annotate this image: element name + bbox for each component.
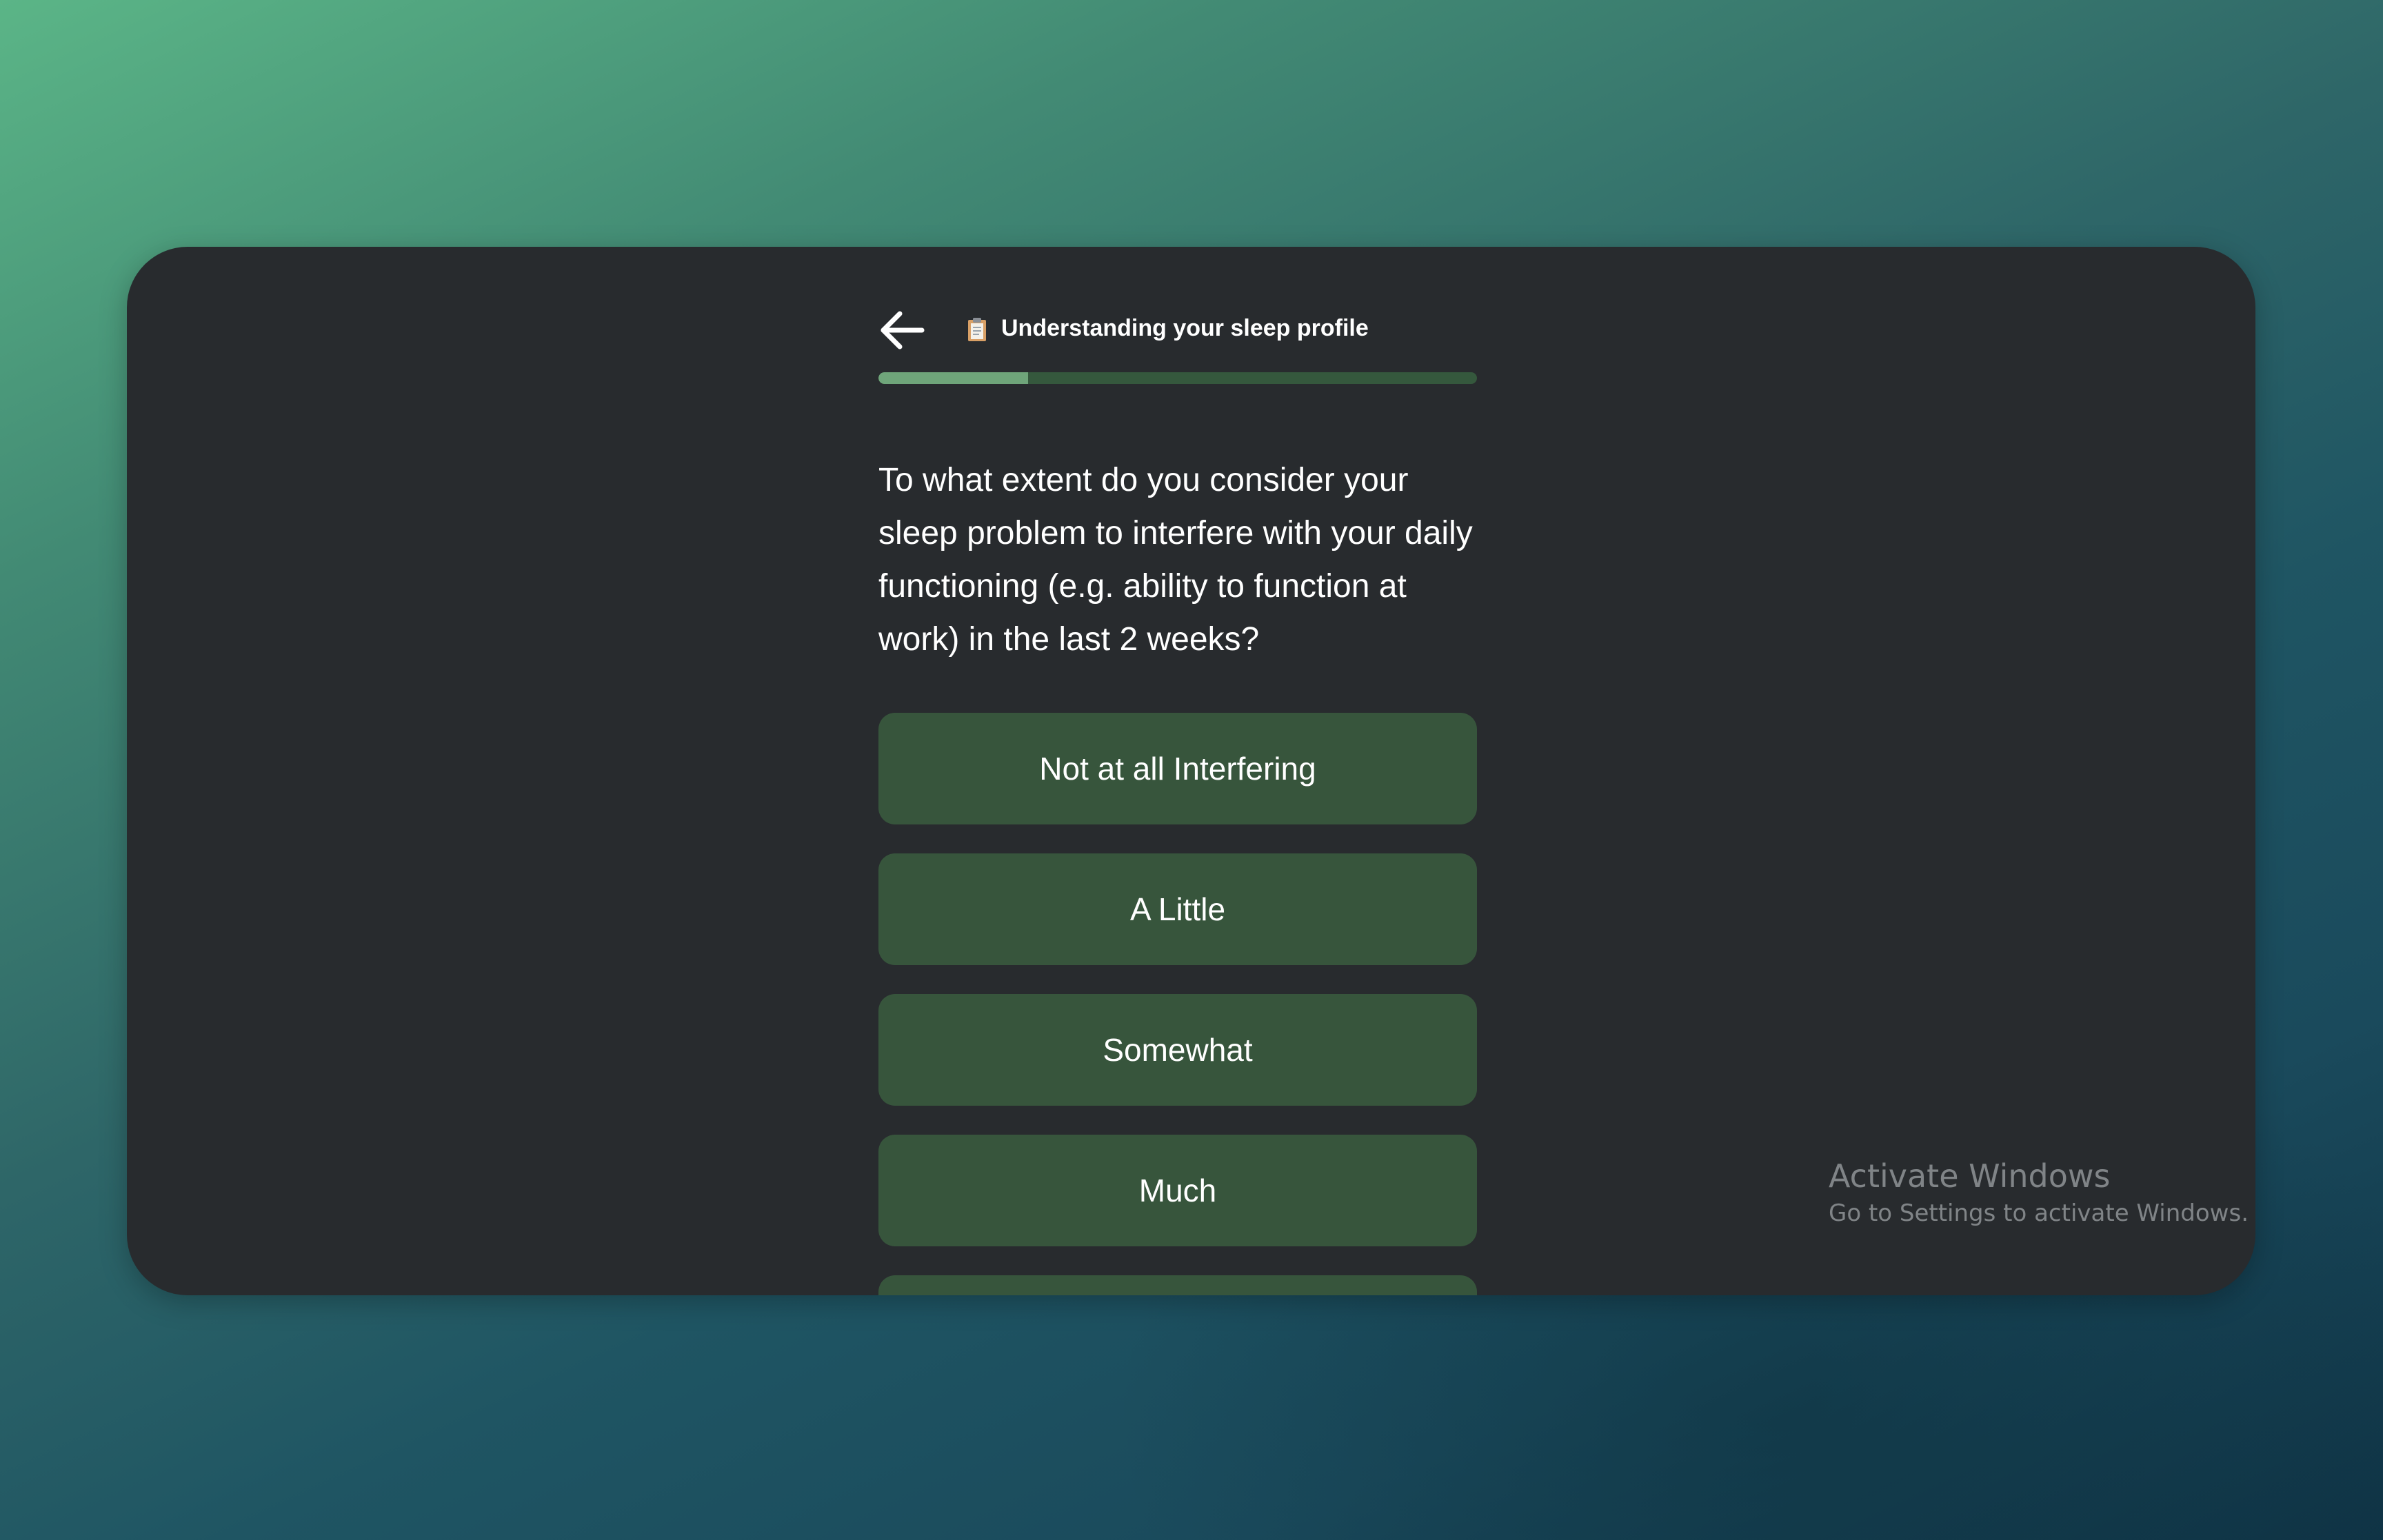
watermark-subtitle: Go to Settings to activate Windows. — [1829, 1199, 2249, 1227]
option-not-at-all-button[interactable]: Not at all Interfering — [878, 713, 1477, 824]
progress-bar — [878, 372, 1477, 384]
question-text: To what extent do you consider your slee… — [878, 462, 1473, 658]
page-title: Understanding your sleep profile — [1001, 315, 1369, 341]
answer-options: Not at all Interfering A Little Somewhat… — [878, 713, 1477, 1295]
watermark-title: Activate Windows — [1829, 1157, 2111, 1195]
progress-bar-fill — [878, 372, 1028, 384]
option-much-button[interactable]: Much — [878, 1135, 1477, 1246]
arrow-left-icon — [881, 311, 925, 349]
questionnaire-column: Understanding your sleep profile To what… — [878, 247, 1477, 1295]
option-a-little-button[interactable]: A Little — [878, 853, 1477, 965]
option-partially-visible-button[interactable] — [878, 1275, 1477, 1295]
app-window: Understanding your sleep profile To what… — [127, 247, 2255, 1295]
clipboard-icon — [968, 318, 986, 341]
activate-windows-watermark: Activate Windows Go to Settings to activ… — [1829, 1155, 2249, 1230]
back-button[interactable] — [874, 309, 929, 352]
questionnaire-header: Understanding your sleep profile — [878, 309, 1477, 350]
option-somewhat-button[interactable]: Somewhat — [878, 994, 1477, 1106]
